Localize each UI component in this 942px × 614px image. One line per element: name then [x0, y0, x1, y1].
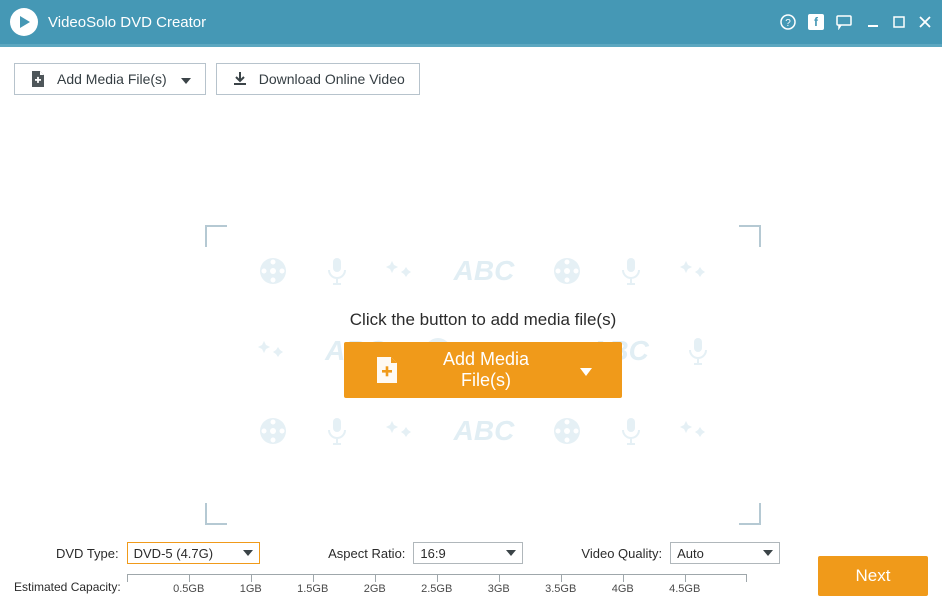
download-label: Download Online Video	[259, 71, 405, 87]
output-settings-row: DVD Type: DVD-5 (4.7G) Aspect Ratio: 16:…	[14, 542, 928, 564]
capacity-tick	[189, 574, 190, 582]
corner-bracket	[739, 503, 761, 525]
titlebar-controls: ? f	[780, 14, 932, 30]
add-media-button[interactable]: Add Media File(s)	[14, 63, 206, 95]
mic-icon	[686, 336, 710, 366]
app-title: VideoSolo DVD Creator	[48, 14, 206, 31]
aspect-ratio-select[interactable]: 16:9	[413, 542, 523, 564]
sparkle-icon	[258, 339, 288, 363]
download-icon	[231, 70, 249, 88]
main-area: ABC ABC ABC ABC Click the button to add …	[0, 107, 942, 527]
dvd-type-select[interactable]: DVD-5 (4.7G)	[127, 542, 260, 564]
video-quality-select[interactable]: Auto	[670, 542, 780, 564]
titlebar: VideoSolo DVD Creator ? f	[0, 0, 942, 44]
capacity-tick	[499, 574, 500, 582]
svg-text:?: ?	[785, 18, 791, 29]
sparkle-icon	[386, 259, 416, 283]
capacity-tick-label: 3GB	[488, 583, 510, 595]
capacity-tick-label: 1.5GB	[297, 583, 328, 595]
aspect-ratio-value: 16:9	[420, 546, 445, 561]
chevron-down-icon	[506, 550, 516, 556]
corner-bracket	[739, 225, 761, 247]
capacity-tick-label: 1GB	[240, 583, 262, 595]
capacity-bar: 0.5GB 1GB 1.5GB 2GB 2.5GB 3GB 3.5GB 4GB 4.5GB	[127, 574, 747, 600]
dropzone[interactable]: ABC ABC ABC ABC Click the button to add …	[205, 225, 761, 525]
capacity-tick-label: 2.5GB	[421, 583, 452, 595]
mic-icon	[325, 256, 349, 286]
mic-icon	[619, 256, 643, 286]
bottom-panel: DVD Type: DVD-5 (4.7G) Aspect Ratio: 16:…	[0, 534, 942, 614]
reel-icon	[552, 416, 582, 446]
sparkle-icon	[680, 259, 710, 283]
feedback-icon[interactable]	[836, 14, 854, 30]
chevron-down-icon	[580, 360, 592, 381]
add-media-large-label: Add Media File(s)	[416, 349, 556, 391]
dvd-type-label: DVD Type:	[56, 546, 119, 561]
mic-icon	[325, 416, 349, 446]
help-icon[interactable]: ?	[780, 14, 796, 30]
chevron-down-icon	[763, 550, 773, 556]
capacity-tick-label: 4GB	[612, 583, 634, 595]
capacity-tick	[437, 574, 438, 582]
capacity-tick	[251, 574, 252, 582]
ghost-text: ABC	[454, 415, 515, 447]
next-label: Next	[856, 566, 891, 585]
video-quality-label: Video Quality:	[581, 546, 662, 561]
capacity-tick	[313, 574, 314, 582]
sparkle-icon	[386, 419, 416, 443]
mic-icon	[619, 416, 643, 446]
capacity-tick	[561, 574, 562, 582]
maximize-icon[interactable]	[892, 15, 906, 29]
next-button[interactable]: Next	[818, 556, 928, 596]
corner-bracket	[205, 225, 227, 247]
reel-icon	[552, 256, 582, 286]
toolbar: Add Media File(s) Download Online Video	[0, 47, 942, 107]
capacity-label: Estimated Capacity:	[14, 580, 121, 594]
dvd-type-value: DVD-5 (4.7G)	[134, 546, 213, 561]
download-video-button[interactable]: Download Online Video	[216, 63, 420, 95]
add-media-large-button[interactable]: Add Media File(s)	[344, 342, 622, 398]
sparkle-icon	[680, 419, 710, 443]
corner-bracket	[205, 503, 227, 525]
ghost-text: ABC	[454, 255, 515, 287]
capacity-tick	[375, 574, 376, 582]
minimize-icon[interactable]	[866, 15, 880, 29]
close-icon[interactable]	[918, 15, 932, 29]
aspect-ratio-label: Aspect Ratio:	[328, 546, 405, 561]
ghost-row: ABC	[239, 415, 729, 447]
file-add-icon	[29, 70, 47, 88]
capacity-tick-label: 2GB	[364, 583, 386, 595]
reel-icon	[258, 416, 288, 446]
capacity-tick-label: 4.5GB	[669, 583, 700, 595]
chevron-down-icon	[243, 550, 253, 556]
capacity-tick	[685, 574, 686, 582]
ghost-row: ABC	[239, 255, 729, 287]
capacity-tick-label: 3.5GB	[545, 583, 576, 595]
file-add-icon	[374, 356, 400, 384]
add-media-label: Add Media File(s)	[57, 71, 167, 87]
chevron-down-icon	[181, 71, 191, 87]
drop-instruction: Click the button to add media file(s)	[205, 310, 761, 330]
app-logo	[10, 8, 38, 36]
capacity-row: Estimated Capacity: 0.5GB 1GB 1.5GB 2GB 2.5G…	[14, 574, 928, 600]
reel-icon	[258, 256, 288, 286]
facebook-icon[interactable]: f	[808, 14, 824, 30]
capacity-tick	[623, 574, 624, 582]
video-quality-value: Auto	[677, 546, 704, 561]
capacity-tick-label: 0.5GB	[173, 583, 204, 595]
